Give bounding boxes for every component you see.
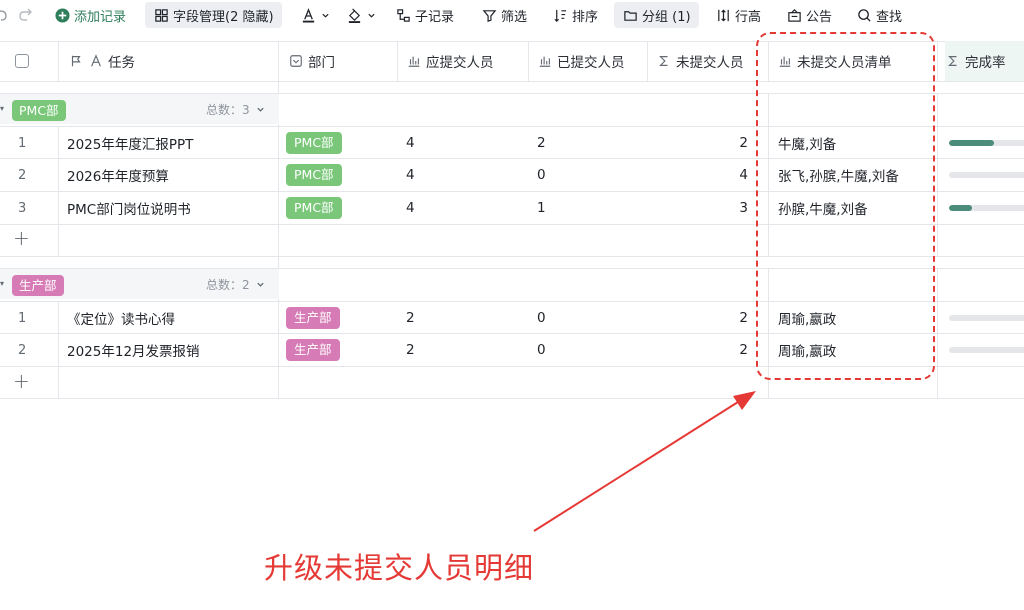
annotation-arrow — [533, 391, 756, 532]
annotation-text: 升级未提交人员明细 — [264, 551, 535, 585]
